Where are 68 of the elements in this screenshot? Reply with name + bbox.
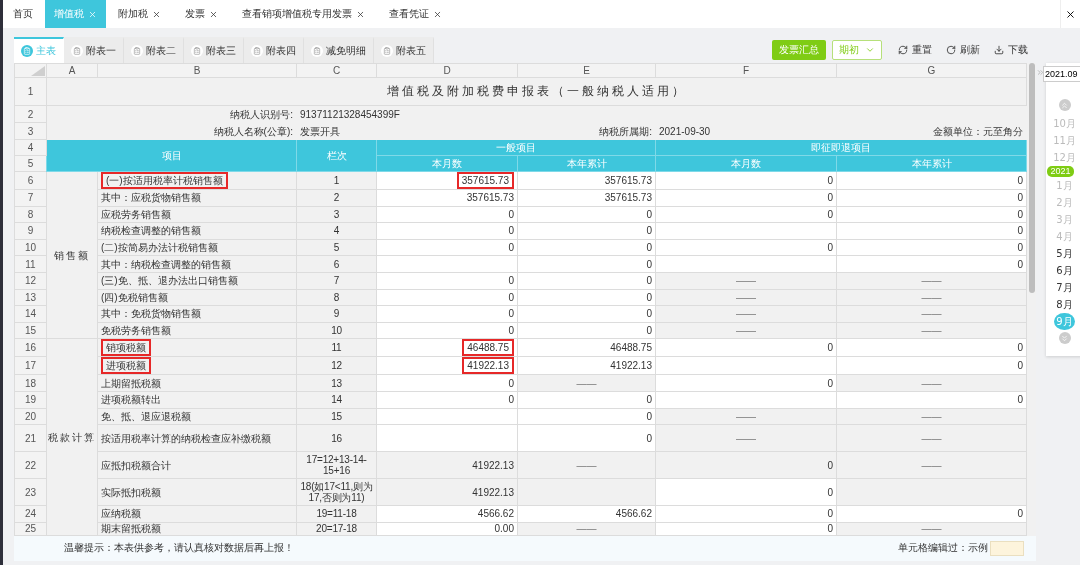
row-number: 22 [14,451,47,479]
row-number: 1 [14,77,47,106]
clipboard-icon [251,45,263,57]
row-label: 应抵扣税额合计 [97,451,297,479]
scrollbar-thumb[interactable] [1029,63,1035,293]
scroll-up-icon[interactable] [1058,99,1071,111]
date-field[interactable]: 2021.09 [1043,66,1080,82]
clipboard-icon [71,45,83,57]
close-icon[interactable] [1065,8,1076,20]
reset-button[interactable]: 重置 [894,43,936,57]
column-heading: 项目 [46,139,297,172]
download-icon [994,45,1004,55]
table-cell[interactable]: 0 [517,424,656,452]
line-number: 17=12+13-14-15+16 [296,451,377,479]
table-cell: —— [836,424,1027,452]
sheet-title: 增值税及附加税费申报表（一般纳税人适用） [46,77,1027,106]
row-label: 实际抵扣税额 [97,478,297,506]
line-number: 16 [296,424,377,452]
chevron-down-icon [865,45,875,55]
month-item[interactable]: 5月 [1054,245,1075,262]
scroll-down-icon[interactable] [1058,332,1071,344]
column-header[interactable]: C [296,63,377,78]
highlighted-label: (一)按适用税率计税销售额 [101,172,228,189]
column-header[interactable]: E [517,63,656,78]
highlighted-label: 进项税额 [101,357,151,374]
hint-text: 温馨提示：本表供参考，请认真核对数据后再上报！ [64,541,294,555]
group-label: 销售额 [46,171,98,339]
group-label: 税款计算 [46,338,98,536]
column-header[interactable]: F [655,63,837,78]
highlighted-value: 46488.75 [462,339,514,356]
legend-label: 单元格编辑过：示例 [898,541,988,555]
clipboard-icon [131,45,143,57]
reset-icon [898,45,908,55]
month-item[interactable]: 8月 [1054,296,1075,313]
table-cell[interactable] [376,424,518,452]
table-cell: 0 [655,451,837,479]
corner-triangle-icon [31,66,45,76]
clipboard-icon [191,45,203,57]
table-cell: —— [836,451,1027,479]
table-cell: —— [655,424,837,452]
column-header[interactable]: B [97,63,297,78]
column-heading: 栏次 [296,139,377,172]
column-header[interactable]: A [46,63,98,78]
table-cell: 41922.13 [376,451,518,479]
month-item[interactable]: 7月 [1054,279,1075,296]
select-all-corner[interactable] [14,63,47,78]
clipboard-icon [311,45,323,57]
month-item[interactable]: 6月 [1054,262,1075,279]
highlighted-label: 销项税额 [101,339,151,356]
table-cell: 41922.13 [376,478,518,506]
edited-cell-swatch [990,540,1024,556]
column-header[interactable]: G [836,63,1027,78]
row-label: 按适用税率计算的纳税检查应补缴税额 [97,424,297,452]
table-cell[interactable]: 0 [655,478,837,506]
row-number: 21 [14,424,47,452]
column-header[interactable]: D [376,63,518,78]
line-number: 18(如17<11,则为17,否则为11) [296,478,377,506]
row-number: 23 [14,478,47,506]
year-badge: 2021 [1047,166,1074,177]
table-cell: —— [517,451,656,479]
download-button[interactable]: 下载 [990,43,1032,57]
highlighted-value: 41922.13 [462,357,514,374]
refresh-icon [946,45,956,55]
clipboard-icon [21,45,33,57]
refresh-button[interactable]: 刷新 [942,43,984,57]
clipboard-icon [381,45,393,57]
collapse-icon[interactable] [1036,67,1045,78]
highlighted-value: 357615.73 [456,172,514,189]
